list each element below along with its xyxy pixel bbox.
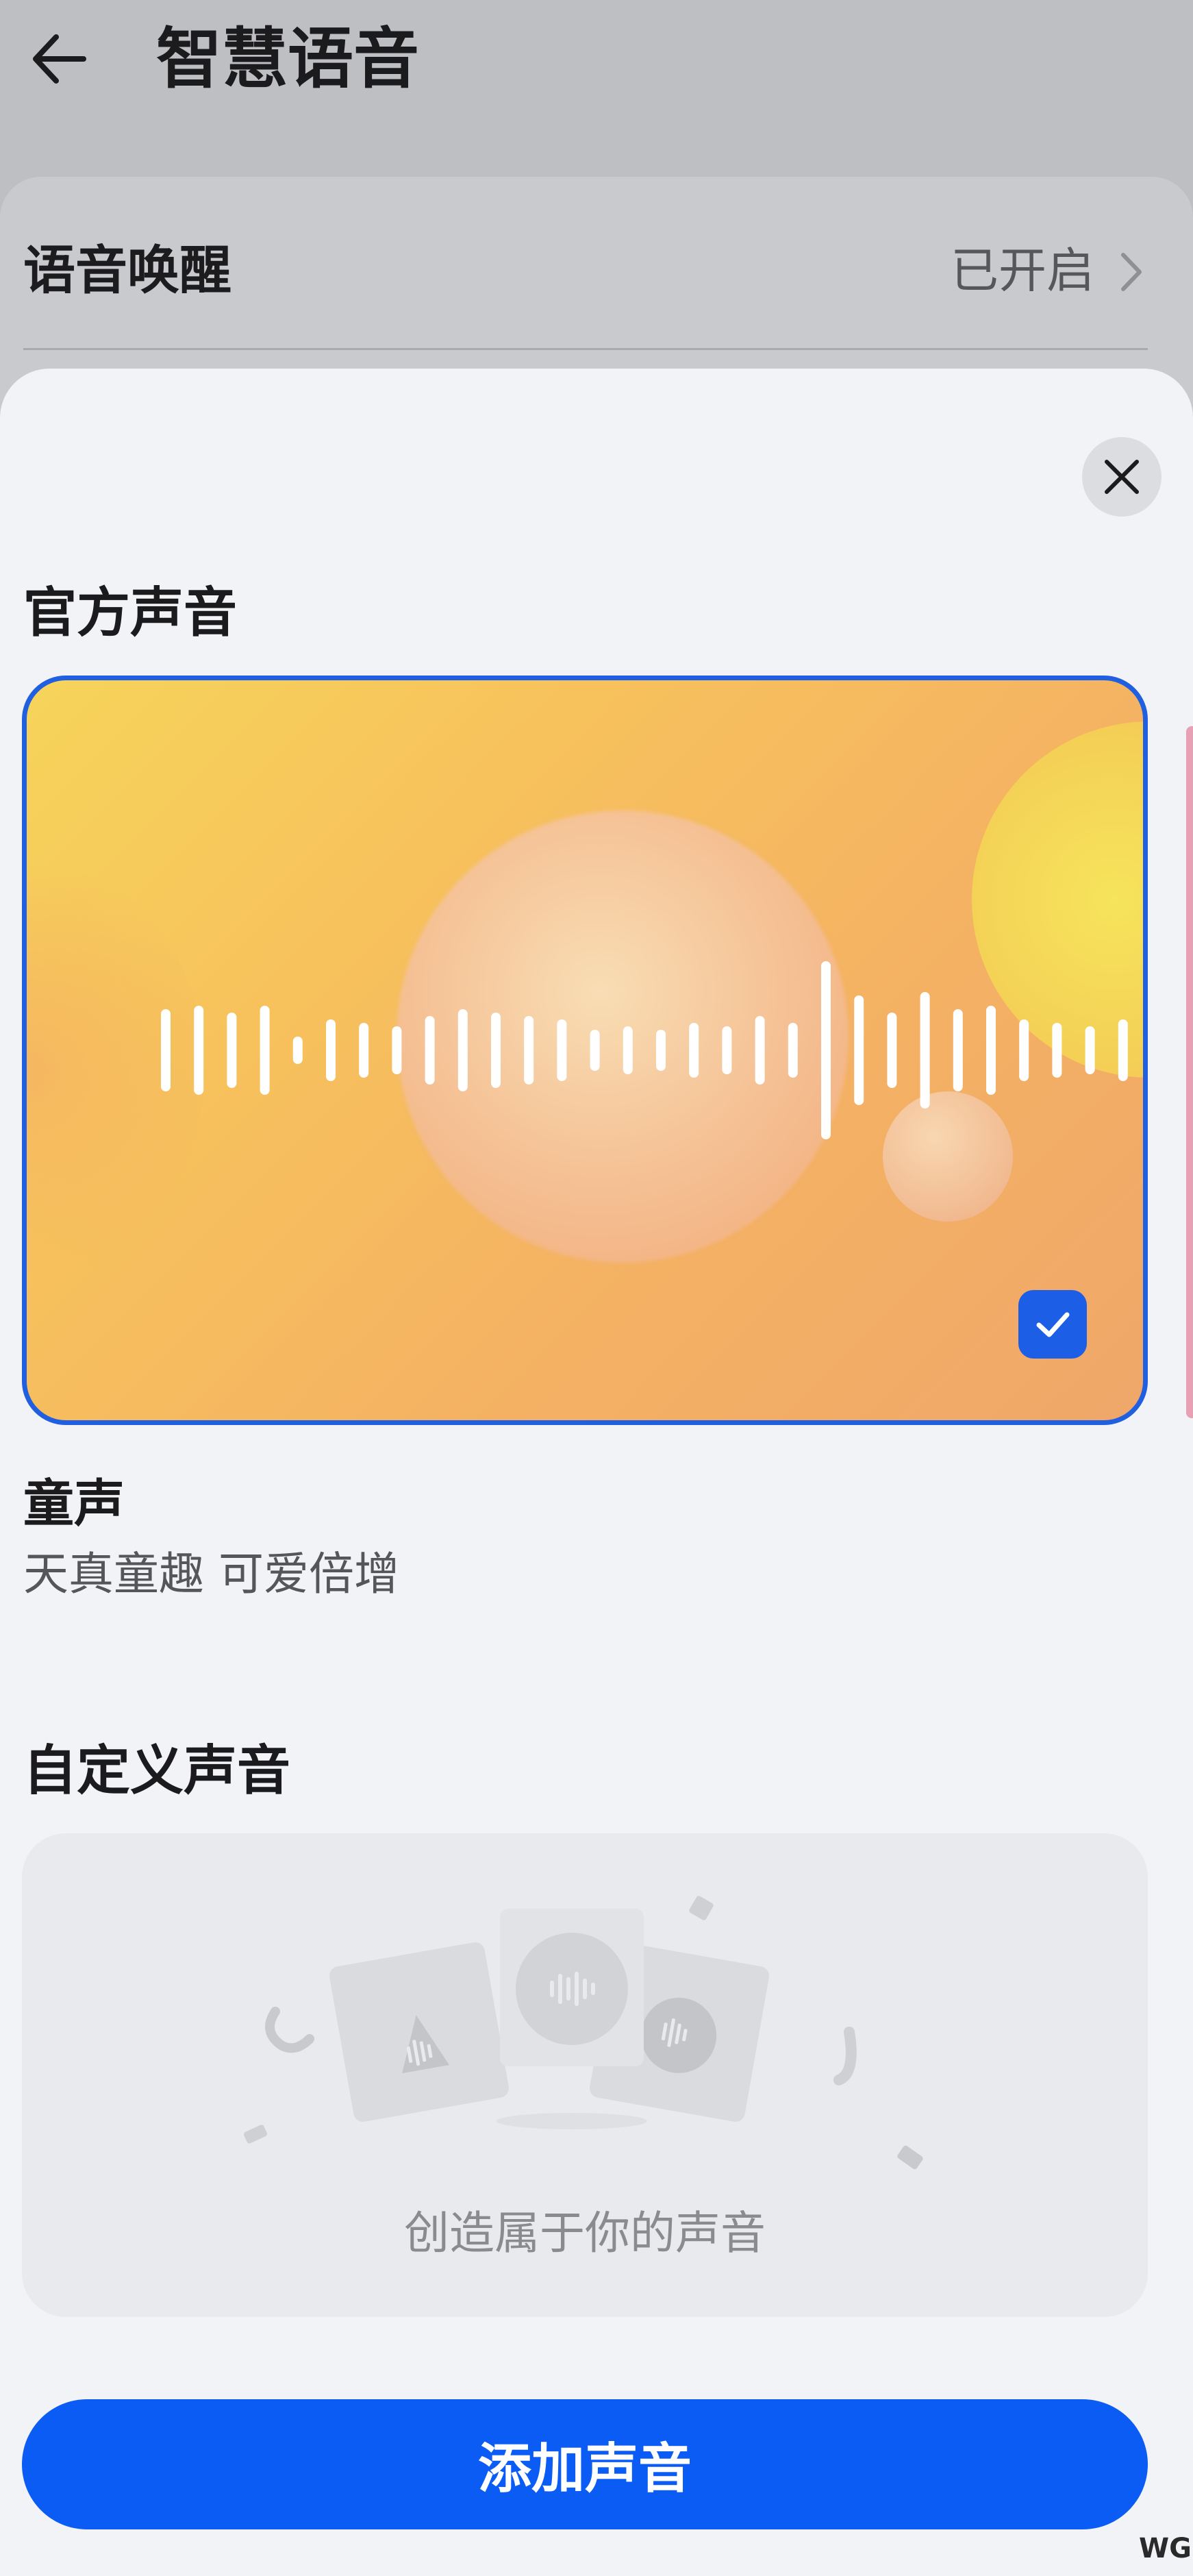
- wave-bar: [557, 1019, 567, 1081]
- checkmark-icon: [1036, 1312, 1070, 1337]
- voice-wakeup-label[interactable]: 语音唤醒: [23, 233, 231, 308]
- add-voice-button[interactable]: 添加声音: [22, 2399, 1148, 2529]
- wave-bar: [788, 1023, 798, 1078]
- wave-bar: [755, 1016, 765, 1085]
- wave-bar: [326, 1019, 336, 1081]
- next-card-edge[interactable]: [1186, 726, 1193, 1418]
- wave-bar: [227, 1013, 237, 1088]
- wave-bar: [1118, 1019, 1128, 1081]
- page-title: 智慧语音: [156, 21, 419, 97]
- wave-bar: [590, 1030, 600, 1071]
- wave-bar: [491, 1013, 501, 1088]
- wave-bar: [821, 961, 831, 1139]
- wave-bar: [1085, 1026, 1095, 1074]
- sound-wave-icon: [161, 961, 1128, 1139]
- wave-bar: [161, 1009, 171, 1091]
- wave-bar: [1052, 1023, 1062, 1078]
- custom-voices-title: 自定义声音: [23, 1740, 291, 1802]
- wave-bar: [986, 1006, 996, 1095]
- wave-bar: [425, 1016, 435, 1085]
- wave-bar: [260, 1006, 270, 1095]
- voice-description: 天真童趣 可爱倍增: [23, 1548, 399, 1600]
- wave-bar: [689, 1023, 699, 1078]
- screen: 智慧语音 语音唤醒 已开启 官方声音 童声 天真童趣 可爱倍增 自定义声音 创造…: [0, 0, 1193, 2576]
- wave-bar: [623, 1026, 633, 1074]
- wave-bar: [194, 1006, 204, 1095]
- wave-bar: [1019, 1019, 1029, 1081]
- close-button[interactable]: [1082, 437, 1161, 517]
- divider: [23, 348, 1148, 350]
- voice-wakeup-value: 已开启: [951, 243, 1094, 299]
- watermark: WG: [1139, 2533, 1192, 2564]
- wave-bar: [953, 1009, 963, 1091]
- wave-bar: [524, 1016, 534, 1085]
- close-icon: [1105, 460, 1139, 494]
- wave-bar: [920, 992, 930, 1109]
- custom-voice-illustration: [244, 1896, 923, 2170]
- voice-name: 童声: [23, 1474, 125, 1533]
- wave-bar: [854, 995, 864, 1105]
- selected-checkbox[interactable]: [1018, 1290, 1087, 1359]
- wave-bar: [722, 1026, 732, 1074]
- wave-bar: [656, 1030, 666, 1071]
- chevron-right-icon: [1121, 253, 1142, 291]
- arrow-left-icon[interactable]: [23, 21, 100, 97]
- wave-bar: [392, 1026, 402, 1074]
- wave-bar: [359, 1023, 369, 1078]
- wave-bar: [292, 1037, 303, 1064]
- wave-bar: [457, 1009, 468, 1091]
- official-voices-title: 官方声音: [23, 582, 238, 644]
- custom-voice-hint: 创造属于你的声音: [404, 2207, 766, 2259]
- voice-card-child[interactable]: [22, 676, 1148, 1425]
- wave-bar: [887, 1013, 897, 1088]
